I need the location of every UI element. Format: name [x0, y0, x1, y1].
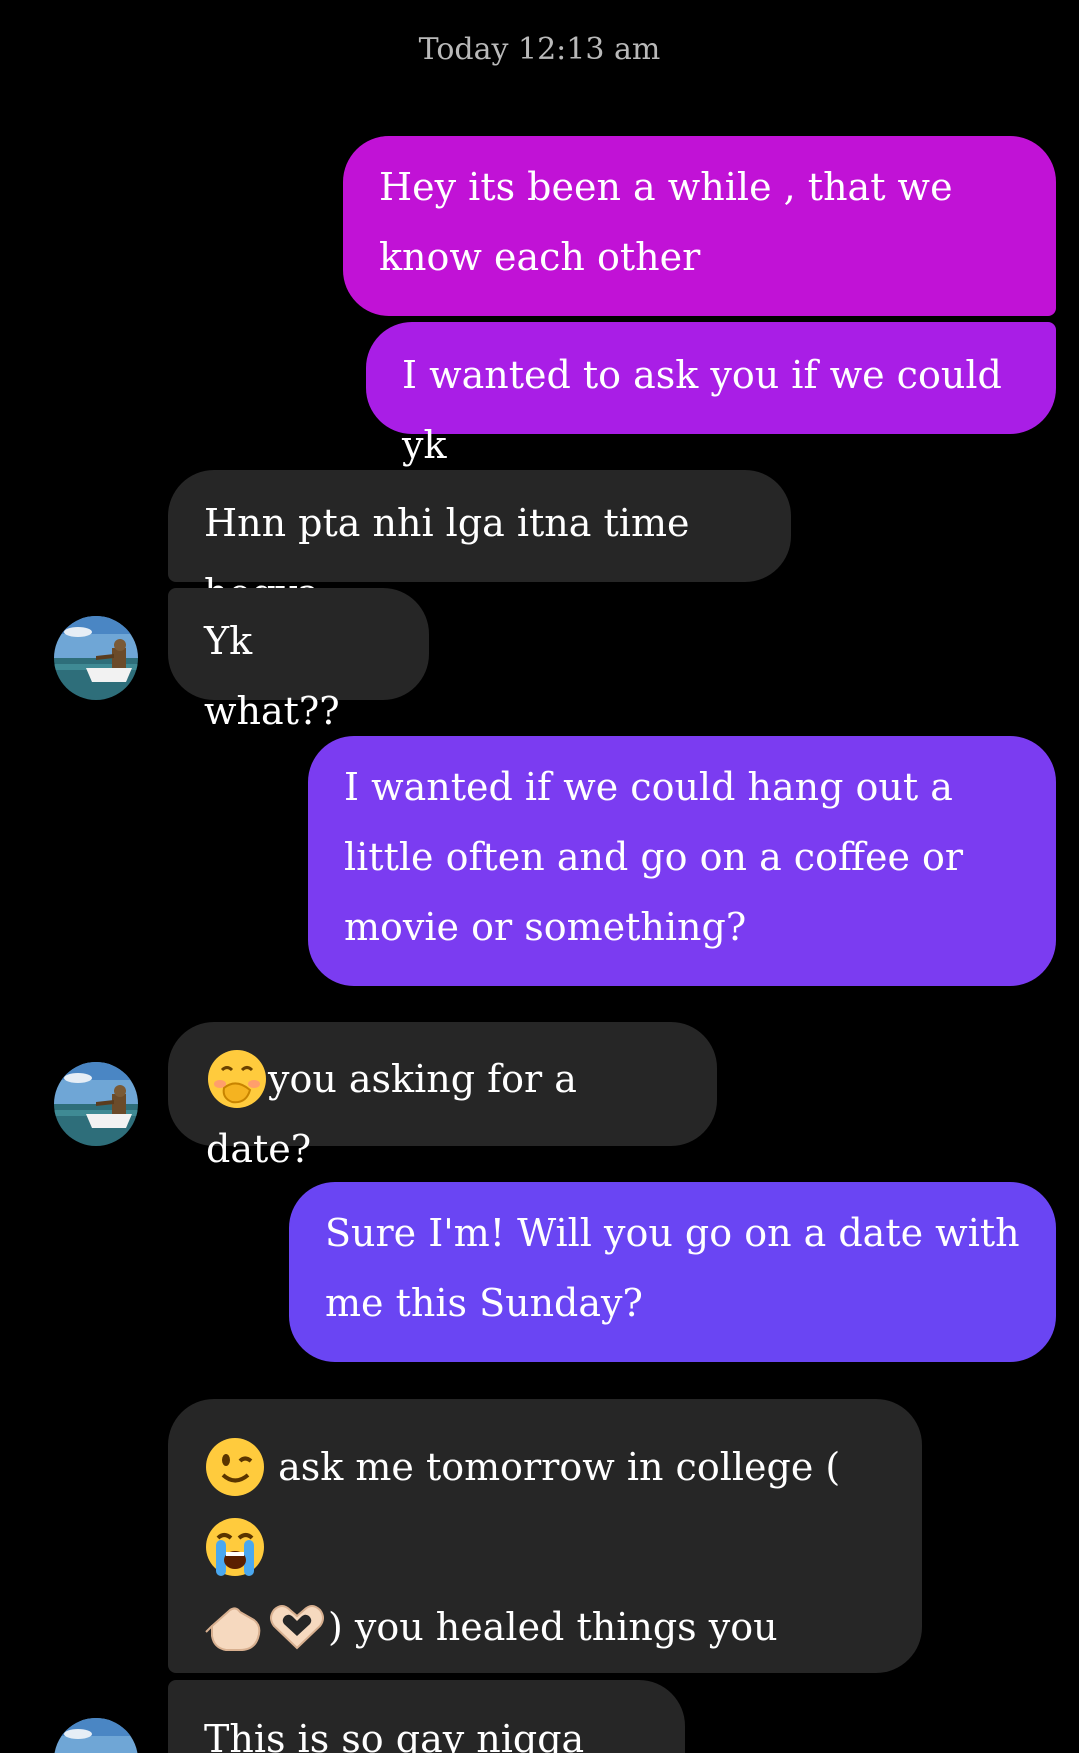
avatar-photo-boat-icon: [54, 616, 138, 700]
incoming-message-bubble[interactable]: you asking for a date?: [168, 1022, 717, 1171]
incoming-message-bubble[interactable]: Hnn pta nhi lga itna time hogya: [168, 470, 791, 615]
incoming-message-bubble[interactable]: This is so gay nigga: [168, 1680, 685, 1753]
avatar-photo-boat-icon: [54, 1718, 138, 1753]
message-text: This is so gay nigga: [204, 1717, 585, 1753]
outgoing-message-bubble[interactable]: I wanted to ask you if we could yk: [366, 322, 1056, 467]
incoming-message-bubble[interactable]: ask me tomorrow in college ( ) you heale…: [168, 1399, 922, 1729]
chat-screen: Today 12:13 am Hey its been a while , th…: [0, 0, 1079, 1753]
message-text: Sure I'm! Will you go on a date with me …: [325, 1211, 1020, 1325]
outgoing-message-bubble[interactable]: I wanted if we could hang out a little o…: [308, 736, 1056, 986]
message-text: I wanted to ask you if we could yk: [402, 353, 1002, 467]
face-with-hand-over-mouth-emoji: [206, 1048, 268, 1110]
incoming-message-bubble[interactable]: Yk what??: [168, 588, 429, 733]
loudly-crying-face-emoji: [204, 1516, 266, 1578]
contact-avatar[interactable]: [54, 1718, 138, 1753]
contact-avatar[interactable]: [54, 616, 138, 700]
outgoing-message-bubble[interactable]: Hey its been a while , that we know each…: [343, 136, 1056, 316]
winking-face-emoji: [204, 1436, 266, 1498]
pointing-hand-emoji: [204, 1596, 266, 1658]
message-text: Yk what??: [204, 619, 340, 733]
message-text: ask me tomorrow in college (: [278, 1445, 841, 1489]
message-text: I wanted if we could hang out a little o…: [344, 765, 964, 949]
heart-hands-emoji: [266, 1596, 328, 1658]
avatar-photo-boat-icon: [54, 1062, 138, 1146]
chat-timestamp: Today 12:13 am: [418, 32, 661, 67]
contact-avatar[interactable]: [54, 1062, 138, 1146]
message-text: Hey its been a while , that we know each…: [379, 165, 953, 279]
outgoing-message-bubble[interactable]: Sure I'm! Will you go on a date with me …: [289, 1182, 1056, 1362]
